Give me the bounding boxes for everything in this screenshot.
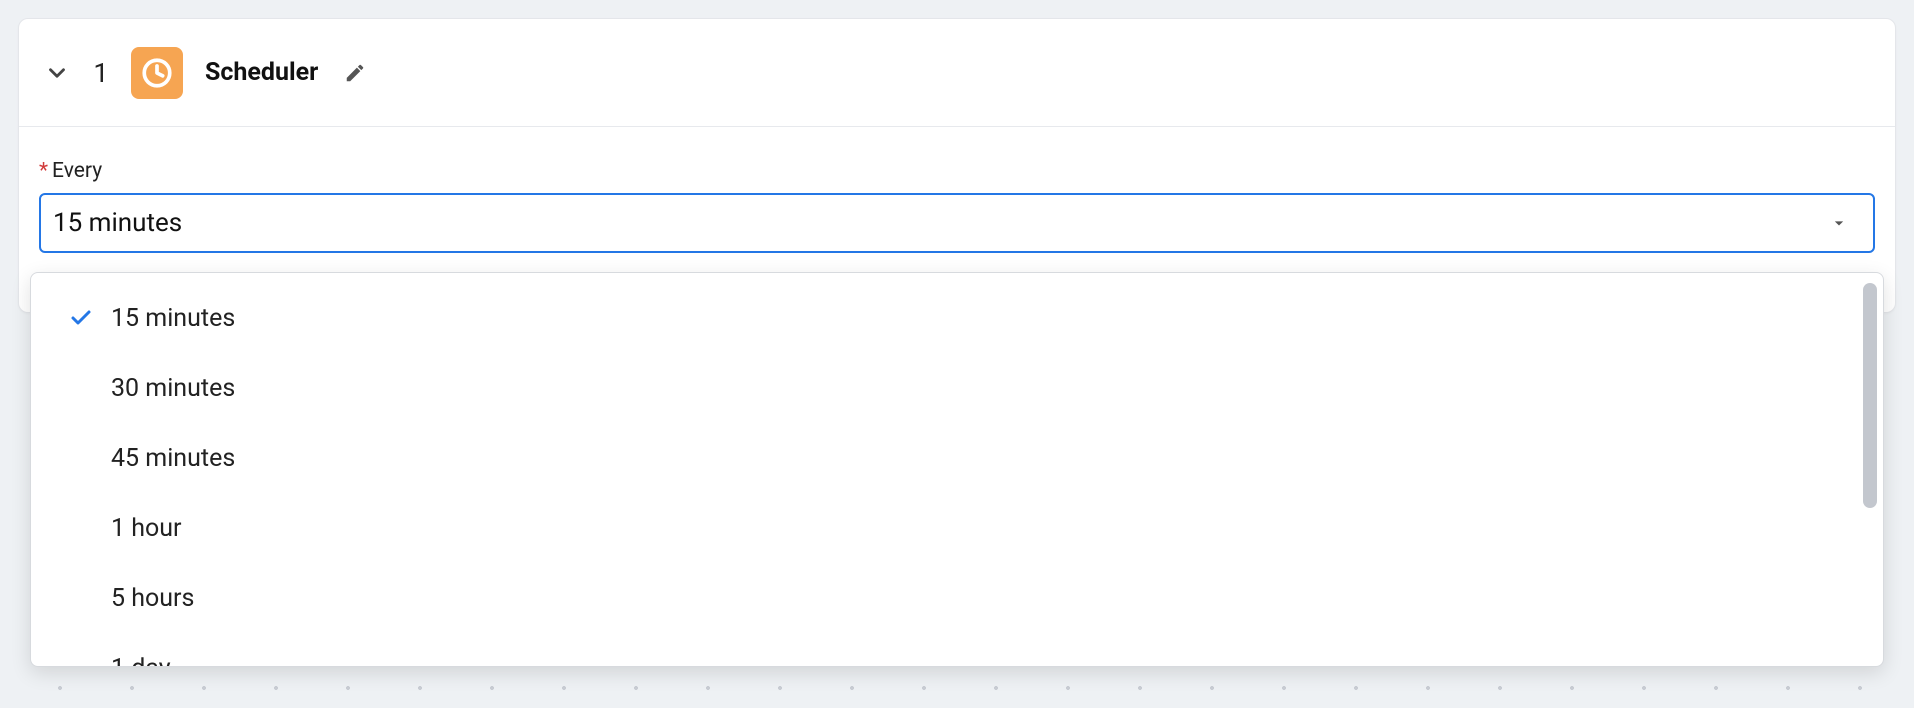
select-caret-icon [1829, 213, 1849, 233]
check-icon [69, 306, 93, 330]
dropdown-option[interactable]: 15 minutes [35, 283, 1859, 353]
step-header: 1 Scheduler [19, 19, 1895, 127]
every-label-text: Every [52, 159, 102, 183]
every-select-value: 15 minutes [53, 208, 182, 238]
dropdown-option[interactable]: 5 hours [35, 563, 1859, 633]
scheduler-step-card: 1 Scheduler * Every 15 minutes [18, 18, 1896, 313]
dropdown-option-label: 45 minutes [111, 444, 235, 473]
every-select[interactable]: 15 minutes [39, 193, 1875, 253]
step-body: * Every 15 minutes [19, 127, 1895, 253]
step-index: 1 [93, 57, 109, 89]
edit-step-name-icon[interactable] [344, 62, 366, 84]
scheduler-clock-icon [131, 47, 183, 99]
dropdown-option-label: 30 minutes [111, 374, 235, 403]
dropdown-option-label: 1 day [111, 654, 171, 667]
every-dropdown: 15 minutes 30 minutes 45 minutes 1 hour 5 ho… [30, 272, 1884, 667]
dropdown-option[interactable]: 45 minutes [35, 423, 1859, 493]
dropdown-option-label: 5 hours [111, 584, 194, 613]
dropdown-list: 15 minutes 30 minutes 45 minutes 1 hour 5 ho… [35, 283, 1879, 666]
every-field-label: * Every [39, 159, 1875, 183]
dropdown-option[interactable]: 1 hour [35, 493, 1859, 563]
required-indicator: * [39, 159, 48, 183]
dropdown-option-label: 15 minutes [111, 304, 235, 333]
collapse-chevron-icon[interactable] [43, 59, 71, 87]
canvas-background: 1 Scheduler * Every 15 minutes [0, 0, 1914, 708]
step-title: Scheduler [205, 58, 318, 87]
dropdown-option[interactable]: 30 minutes [35, 353, 1859, 423]
every-select-wrap: 15 minutes [39, 193, 1875, 253]
dropdown-option[interactable]: 1 day [35, 633, 1859, 666]
dropdown-scrollbar-thumb[interactable] [1863, 283, 1877, 508]
dropdown-option-label: 1 hour [111, 514, 182, 543]
